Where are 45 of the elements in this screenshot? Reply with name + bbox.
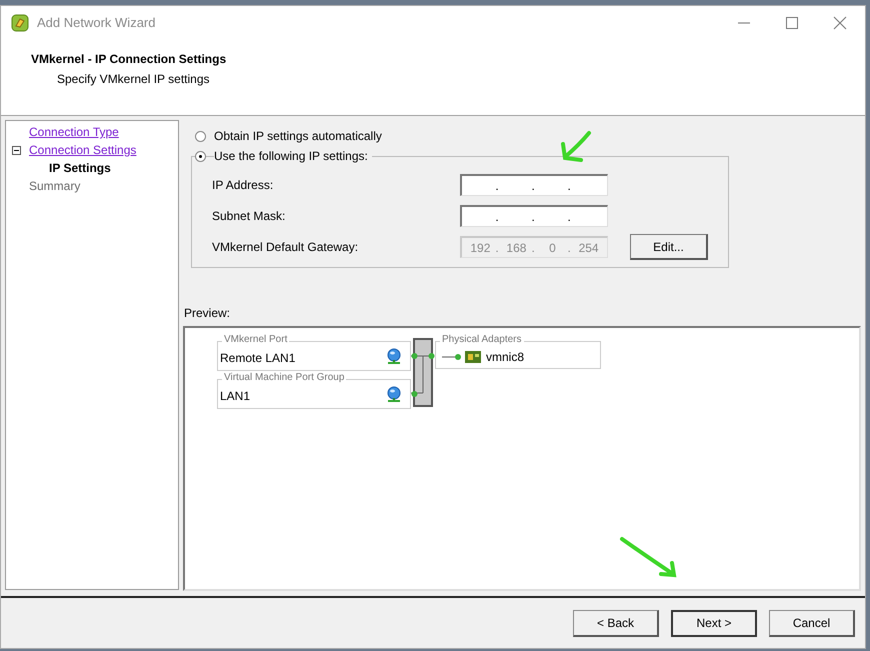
octet-value: 0 xyxy=(548,240,557,256)
network-card-icon xyxy=(464,350,482,364)
preview-label: Preview: xyxy=(184,305,232,322)
dot-separator: . xyxy=(568,240,571,256)
wizard-button[interactable]: < Back xyxy=(573,610,659,636)
collapse-icon[interactable] xyxy=(12,146,21,154)
close-icon[interactable] xyxy=(833,16,847,30)
app-logo-icon xyxy=(11,14,29,32)
dot-separator: . xyxy=(568,208,571,226)
wizard-button[interactable]: Cancel xyxy=(769,610,855,636)
page-title: VMkernel - IP Connection Settings xyxy=(31,51,228,68)
radio-button[interactable] xyxy=(195,130,206,142)
window-title: Add Network Wizard xyxy=(37,14,156,32)
adapter-name: vmnic8 xyxy=(486,349,524,366)
network-globe-icon xyxy=(386,386,402,403)
dot-separator: . xyxy=(531,240,535,256)
dot-separator: . xyxy=(568,178,571,194)
wizard-step[interactable]: Connection Settings xyxy=(29,141,136,159)
wizard-step[interactable]: Connection Type xyxy=(29,123,119,141)
ip-address-field[interactable]: . . . xyxy=(460,205,608,227)
octet-value: 192 xyxy=(469,240,492,256)
wizard-button[interactable]: Next > xyxy=(671,610,757,636)
page-subtitle: Specify VMkernel IP settings xyxy=(57,71,211,88)
maximize-icon[interactable] xyxy=(785,16,799,30)
octet-value: 168 xyxy=(505,240,528,256)
port-group-name: Remote LAN1 xyxy=(220,350,296,367)
dot-separator: . xyxy=(495,208,499,226)
port-group-name: LAN1 xyxy=(220,388,250,405)
field-label: IP Address: xyxy=(212,177,274,194)
field-label: Subnet Mask: xyxy=(212,208,286,225)
ip-address-field[interactable]: . . . xyxy=(460,174,608,196)
dot-separator: . xyxy=(495,178,499,194)
dot-separator: . xyxy=(531,208,535,226)
field-label: VMkernel Default Gateway: xyxy=(212,239,360,256)
dot-separator: . xyxy=(531,178,535,194)
network-globe-icon xyxy=(386,348,402,365)
edit-button[interactable]: Edit... xyxy=(630,234,708,260)
radio-button[interactable] xyxy=(195,150,206,162)
link-dot-icon xyxy=(442,353,462,361)
wizard-step: IP Settings xyxy=(49,159,111,177)
port-group-title: Virtual Machine Port Group xyxy=(222,372,346,384)
wizard-step: Summary xyxy=(29,177,80,195)
octet-value: 254 xyxy=(578,240,600,256)
dot-separator: . xyxy=(495,240,499,256)
adapters-title: Physical Adapters xyxy=(440,334,524,346)
